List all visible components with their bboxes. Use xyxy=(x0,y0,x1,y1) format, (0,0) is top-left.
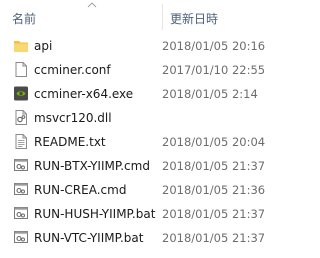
batch-icon xyxy=(14,183,28,195)
sort-ascending-icon xyxy=(87,2,97,8)
file-row[interactable]: RUN-BTX-YIIMP.cmd 2018/01/05 21:37 xyxy=(0,154,269,178)
file-date: 2018/01/05 21:36 xyxy=(162,183,266,197)
file-date: 2018/01/05 21:37 xyxy=(162,159,266,173)
file-name: ccminer-x64.exe xyxy=(34,87,134,101)
file-icon xyxy=(15,62,27,77)
column-header-date[interactable]: 更新日時 xyxy=(170,10,218,27)
file-name: api xyxy=(34,39,53,53)
file-name: RUN-BTX-YIIMP.cmd xyxy=(34,159,150,173)
column-header-bar: 名前 更新日時 xyxy=(0,0,269,30)
file-name: RUN-CREA.cmd xyxy=(34,183,127,197)
file-date: 2017/01/10 22:55 xyxy=(162,63,266,77)
dll-icon xyxy=(15,110,27,125)
column-header-name[interactable]: 名前 xyxy=(12,10,36,27)
column-divider[interactable] xyxy=(162,4,163,30)
text-file-icon xyxy=(15,134,27,149)
file-row[interactable]: ccminer.conf 2017/01/10 22:55 xyxy=(0,58,269,82)
file-name: ccminer.conf xyxy=(34,63,111,77)
file-name: msvcr120.dll xyxy=(34,111,112,125)
file-row[interactable]: ccminer-x64.exe 2018/01/05 2:14 xyxy=(0,82,269,106)
file-date: 2018/01/05 2:14 xyxy=(162,87,258,101)
file-name: README.txt xyxy=(34,135,106,149)
file-row[interactable]: msvcr120.dll xyxy=(0,106,269,130)
file-row[interactable]: RUN-CREA.cmd 2018/01/05 21:36 xyxy=(0,178,269,202)
folder-icon xyxy=(14,41,28,52)
batch-icon xyxy=(14,159,28,171)
file-row[interactable]: README.txt 2018/01/05 20:04 xyxy=(0,130,269,154)
nvidia-exe-icon xyxy=(14,86,28,101)
file-row[interactable]: api 2018/01/05 20:16 xyxy=(0,34,269,58)
file-row[interactable] xyxy=(0,232,269,256)
file-date: 2018/01/05 20:16 xyxy=(162,39,266,53)
file-date: 2018/01/05 20:04 xyxy=(162,135,266,149)
